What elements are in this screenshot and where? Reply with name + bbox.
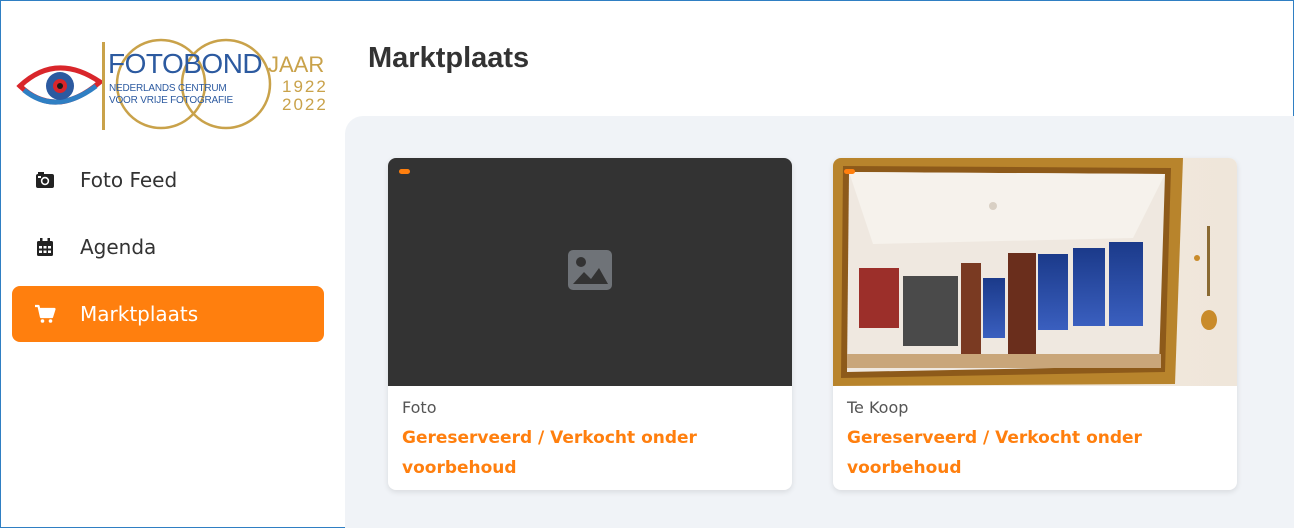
logo-title: FOTOBOND — [108, 48, 263, 79]
sidebar-nav: Foto Feed Agenda Marktplaats — [12, 152, 324, 353]
sidebar-item-label: Marktplaats — [80, 302, 199, 326]
listing-card[interactable]: Te Koop Gereserveerd / Verkocht onder vo… — [833, 158, 1237, 490]
page-title: Marktplaats — [368, 42, 530, 74]
status-badge — [399, 169, 410, 174]
card-status: Gereserveerd / Verkocht onder voorbehoud — [402, 428, 697, 478]
status-badge — [844, 169, 855, 174]
sidebar-item-label: Agenda — [80, 235, 157, 259]
card-status: Gereserveerd / Verkocht onder voorbehoud — [847, 428, 1142, 478]
fotobond-logo[interactable]: FOTOBOND JAAR NEDERLANDS CENTRUM VOOR VR… — [16, 34, 326, 134]
card-category: Foto — [402, 398, 437, 417]
card-image — [388, 158, 792, 386]
logo-year-end: 2022 — [282, 95, 328, 114]
mirror-photo — [833, 158, 1237, 386]
logo-jaar: JAAR — [268, 52, 325, 77]
image-placeholder-icon — [568, 250, 612, 290]
card-category: Te Koop — [847, 398, 909, 417]
logo-subtitle-2: VOOR VRIJE FOTOGRAFIE — [109, 95, 233, 106]
camera-icon — [34, 169, 56, 191]
cart-icon — [34, 303, 56, 325]
sidebar-item-label: Foto Feed — [80, 168, 178, 192]
card-image — [833, 158, 1237, 386]
logo-subtitle-1: NEDERLANDS CENTRUM — [109, 83, 227, 94]
sidebar-item-marktplaats[interactable]: Marktplaats — [12, 286, 324, 342]
sidebar-item-foto-feed[interactable]: Foto Feed — [12, 152, 324, 208]
sidebar-item-agenda[interactable]: Agenda — [12, 219, 324, 275]
logo-year-start: 1922 — [282, 77, 328, 96]
calendar-icon — [34, 236, 56, 258]
listing-card[interactable]: Foto Gereserveerd / Verkocht onder voorb… — [388, 158, 792, 490]
